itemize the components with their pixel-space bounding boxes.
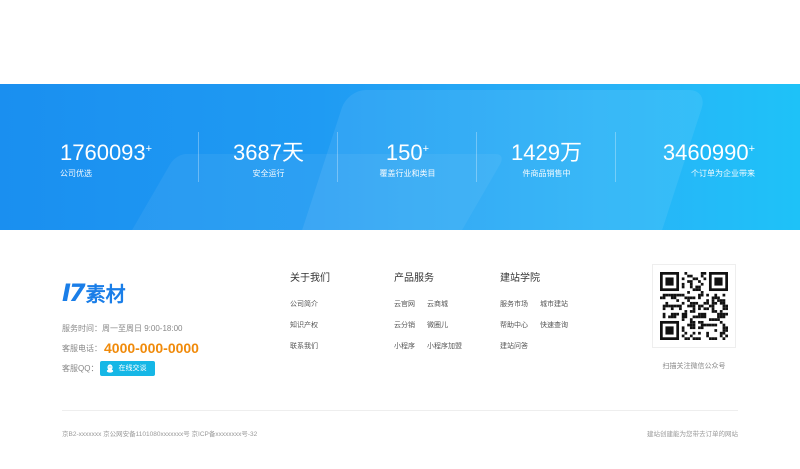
qq-penguin-icon: [107, 363, 114, 373]
stat-item: 1429万 件商品销售中: [477, 84, 616, 230]
footer-link[interactable]: 联系我们: [290, 342, 330, 363]
stats-banner: 1760093+ 公司优选 3687天 安全运行 150+ 覆盖行业和类目 14…: [0, 84, 800, 230]
wechat-qr-block: 扫描关注微信公众号: [650, 264, 738, 371]
footer-column-products: 产品服务 云官网 云商城 云分销 微圈儿 小程序 小程序加盟: [394, 270, 462, 363]
footer-link[interactable]: 云分销: [394, 321, 415, 342]
footer-link[interactable]: 小程序加盟: [427, 342, 462, 363]
logo-text: 素材: [85, 284, 126, 306]
footer-link[interactable]: 快速查询: [540, 321, 568, 342]
stat-label: 件商品销售中: [522, 169, 571, 178]
stat-item: 3687天 安全运行: [199, 84, 338, 230]
stat-label: 安全运行: [252, 169, 285, 178]
copyright-text: 京B2-xxxxxxx 京公网安备1101080xxxxxxx号 京ICP备xx…: [62, 431, 258, 438]
stat-item: 1760093+ 公司优选: [60, 84, 199, 230]
footer-slogan: 建站创建能为您带去订单的网站: [647, 431, 738, 438]
stat-label: 覆盖行业和类目: [379, 169, 436, 178]
column-title: 产品服务: [394, 273, 434, 284]
stat-value: 3460990+: [662, 140, 755, 165]
stat-item: 3460990+ 个订单为企业带来: [616, 84, 755, 230]
column-title: 关于我们: [290, 273, 330, 284]
qq-button-label: 在线交谈: [118, 365, 147, 372]
contact-info: 服务时间：周一至周日 9:00-18:00 客服电话： 4000-000-000…: [62, 318, 199, 378]
footer-column-about: 关于我们 公司简介 知识产权 联系我们: [290, 270, 330, 363]
phone-label: 客服电话：: [62, 343, 102, 353]
footer-link[interactable]: 建站问答: [500, 342, 528, 363]
footer-bottom-bar: 京B2-xxxxxxx 京公网安备1101080xxxxxxx号 京ICP备xx…: [62, 428, 738, 438]
stat-label: 个订单为企业带来: [691, 169, 755, 178]
footer-link[interactable]: 云商城: [427, 300, 462, 321]
footer-link[interactable]: 帮助中心: [500, 321, 528, 342]
service-hours: 服务时间：周一至周日 9:00-18:00: [62, 323, 183, 333]
qq-line: 客服QQ： 在线交谈: [62, 358, 199, 378]
footer-divider: [62, 410, 738, 411]
footer-link[interactable]: 云官网: [394, 300, 415, 321]
qr-code: [652, 264, 736, 348]
footer-column-academy: 建站学院 服务市场 城市建站 帮助中心 快速查询 建站问答: [500, 270, 568, 363]
phone-number[interactable]: 4000-000-0000: [104, 340, 199, 356]
footer-link[interactable]: 微圈儿: [427, 321, 462, 342]
qr-code-icon: [660, 272, 728, 340]
stat-item: 150+ 覆盖行业和类目: [338, 84, 477, 230]
phone-line: 客服电话： 4000-000-0000: [62, 338, 199, 358]
qq-label: 客服QQ：: [62, 363, 99, 373]
column-title: 建站学院: [500, 273, 540, 284]
site-logo[interactable]: I7 素材: [62, 278, 126, 307]
top-blank-area: [0, 0, 800, 84]
site-footer: I7 素材 服务时间：周一至周日 9:00-18:00 客服电话： 4000-0…: [0, 230, 800, 469]
qr-caption: 扫描关注微信公众号: [662, 363, 726, 370]
footer-link[interactable]: 小程序: [394, 342, 415, 363]
footer-link[interactable]: 知识产权: [290, 321, 330, 342]
logo-mark: I7: [62, 278, 86, 307]
footer-link[interactable]: 服务市场: [500, 300, 528, 321]
stat-value: 3687天: [233, 140, 304, 165]
qq-chat-button[interactable]: 在线交谈: [100, 360, 156, 376]
stat-value: 150+: [385, 140, 430, 165]
stat-value: 1760093+: [60, 140, 153, 165]
footer-link[interactable]: 公司简介: [290, 300, 330, 321]
stat-value: 1429万: [511, 140, 582, 165]
stat-label: 公司优选: [60, 169, 92, 178]
footer-link[interactable]: 城市建站: [540, 300, 568, 321]
